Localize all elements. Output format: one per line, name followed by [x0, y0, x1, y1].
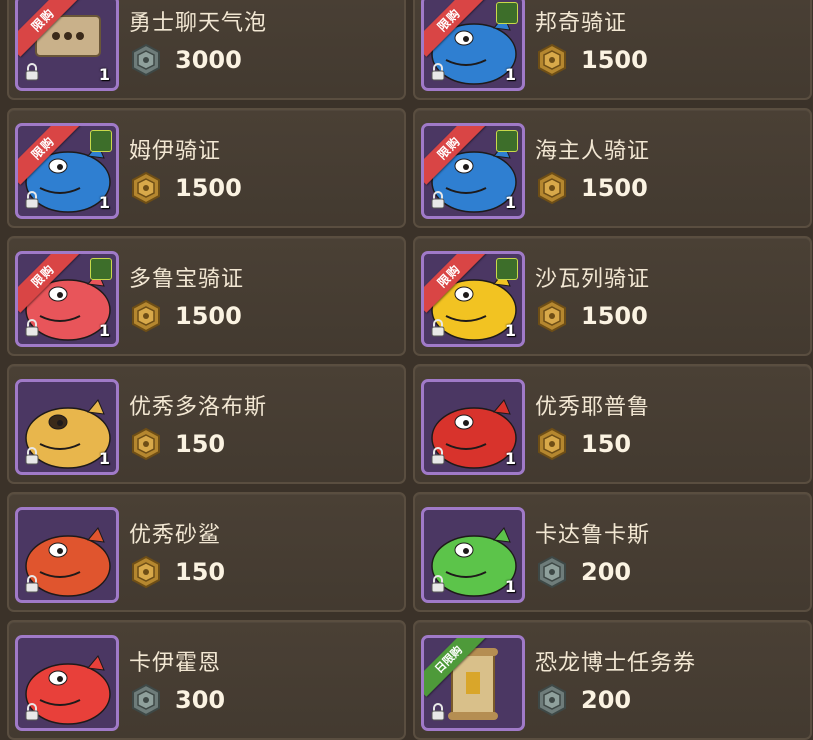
item-thumbnail[interactable]: 限购 1: [15, 251, 119, 347]
item-quantity: 1: [98, 65, 110, 84]
price-amount: 150: [175, 430, 226, 458]
price-amount: 1500: [175, 302, 242, 330]
silver-coin-icon: [535, 683, 569, 717]
item-quantity: 1: [98, 449, 110, 468]
item-quantity: 1: [98, 321, 110, 340]
item-thumbnail[interactable]: 1: [421, 507, 525, 603]
price-amount: 200: [581, 558, 632, 586]
item-thumbnail[interactable]: 限购 1: [421, 123, 525, 219]
item-thumbnail[interactable]: 1: [421, 379, 525, 475]
lock-icon: [24, 447, 40, 465]
price-amount: 3000: [175, 46, 242, 74]
lock-icon: [430, 319, 446, 337]
shop-item-card[interactable]: 卡伊霍恩 300: [7, 620, 406, 740]
gold-coin-icon: [129, 555, 163, 589]
certificate-badge-icon: [496, 130, 518, 152]
lock-icon: [430, 191, 446, 209]
item-thumbnail[interactable]: [15, 635, 119, 731]
price-amount: 1500: [175, 174, 242, 202]
shop-item-card[interactable]: 限购 1 姆伊骑证 1500: [7, 108, 406, 228]
lock-icon: [24, 63, 40, 81]
item-thumbnail[interactable]: 限购 1: [421, 251, 525, 347]
shop-item-card[interactable]: 限购 1 多鲁宝骑证 1500: [7, 236, 406, 356]
shop-item-card[interactable]: 1 优秀耶普鲁 150: [413, 364, 812, 484]
item-thumbnail[interactable]: 1: [15, 379, 119, 475]
lock-icon: [430, 63, 446, 81]
item-quantity: 1: [98, 193, 110, 212]
price-amount: 1500: [581, 174, 648, 202]
price-amount: 200: [581, 686, 632, 714]
silver-coin-icon: [129, 683, 163, 717]
shop-item-card[interactable]: 限购 1 沙瓦列骑证 1500: [413, 236, 812, 356]
shop-item-card[interactable]: 限购 1 邦奇骑证 1500: [413, 0, 812, 100]
lock-icon: [24, 319, 40, 337]
item-title: 优秀砂鲨: [129, 523, 222, 548]
shop-item-card[interactable]: 限购 1 勇士聊天气泡 3000: [7, 0, 406, 100]
price-amount: 150: [581, 430, 632, 458]
item-title: 沙瓦列骑证: [535, 267, 651, 292]
gold-coin-icon: [129, 171, 163, 205]
certificate-badge-icon: [90, 258, 112, 280]
item-title: 卡达鲁卡斯: [535, 523, 651, 548]
gold-coin-icon: [129, 299, 163, 333]
silver-coin-icon: [129, 43, 163, 77]
silver-coin-icon: [535, 555, 569, 589]
lock-icon: [430, 447, 446, 465]
item-thumbnail[interactable]: 限购 1: [421, 0, 525, 91]
lock-icon: [24, 575, 40, 593]
price-amount: 1500: [581, 302, 648, 330]
shop-item-card[interactable]: 限购 1 海主人骑证 1500: [413, 108, 812, 228]
certificate-badge-icon: [496, 258, 518, 280]
item-thumbnail[interactable]: 限购 1: [15, 0, 119, 91]
item-title: 恐龙博士任务券: [535, 651, 697, 676]
gold-coin-icon: [535, 427, 569, 461]
item-title: 邦奇骑证: [535, 11, 628, 36]
item-title: 海主人骑证: [535, 139, 651, 164]
item-quantity: 1: [504, 577, 516, 596]
shop-item-card[interactable]: 优秀砂鲨 150: [7, 492, 406, 612]
gold-coin-icon: [535, 171, 569, 205]
shop-item-card[interactable]: 日限购 恐龙博士任务券 200: [413, 620, 812, 740]
item-title: 卡伊霍恩: [129, 651, 222, 676]
gold-coin-icon: [535, 43, 569, 77]
lock-icon: [430, 703, 446, 721]
shop-item-card[interactable]: 1 优秀多洛布斯 150: [7, 364, 406, 484]
item-title: 优秀耶普鲁: [535, 395, 651, 420]
certificate-badge-icon: [90, 130, 112, 152]
item-thumbnail[interactable]: 日限购: [421, 635, 525, 731]
lock-icon: [430, 575, 446, 593]
price-amount: 150: [175, 558, 226, 586]
item-quantity: 1: [504, 65, 516, 84]
gold-coin-icon: [535, 299, 569, 333]
item-title: 优秀多洛布斯: [129, 395, 268, 420]
shop-item-card[interactable]: 1 卡达鲁卡斯 200: [413, 492, 812, 612]
lock-icon: [24, 703, 40, 721]
lock-icon: [24, 191, 40, 209]
price-amount: 300: [175, 686, 226, 714]
certificate-badge-icon: [496, 2, 518, 24]
item-quantity: 1: [504, 449, 516, 468]
item-quantity: 1: [504, 193, 516, 212]
item-quantity: 1: [504, 321, 516, 340]
item-title: 姆伊骑证: [129, 139, 222, 164]
item-thumbnail[interactable]: 限购 1: [15, 123, 119, 219]
item-thumbnail[interactable]: [15, 507, 119, 603]
item-title: 多鲁宝骑证: [129, 267, 245, 292]
item-title: 勇士聊天气泡: [129, 11, 268, 36]
gold-coin-icon: [129, 427, 163, 461]
price-amount: 1500: [581, 46, 648, 74]
